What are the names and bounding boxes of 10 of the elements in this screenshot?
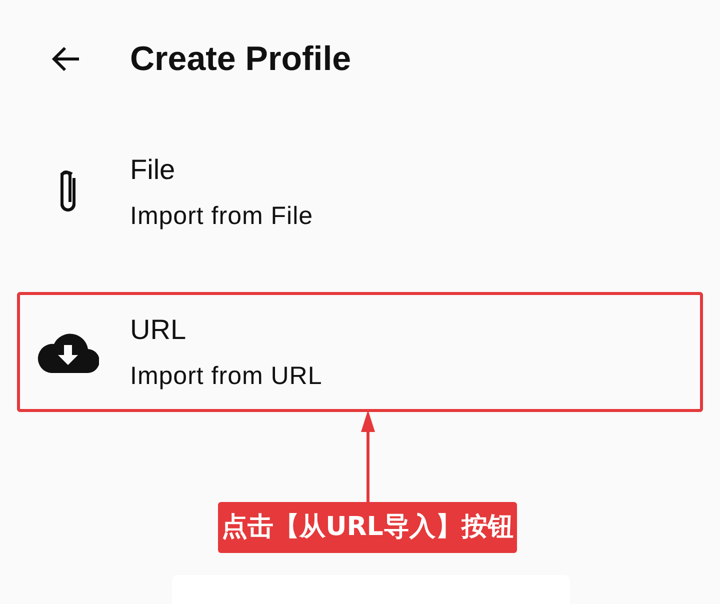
page-title: Create Profile <box>130 38 352 80</box>
item-title: File <box>130 153 176 187</box>
item-subtitle: Import from URL <box>130 361 322 391</box>
cloud-download-icon <box>37 331 99 373</box>
item-subtitle: Import from File <box>130 201 314 231</box>
list-item[interactable]: URL Import from URL <box>17 292 703 412</box>
back-arrow-icon <box>51 46 81 72</box>
list-item[interactable]: File Import from File <box>17 132 703 252</box>
item-title: URL <box>130 313 188 347</box>
annotation-label: 点击【从URL导入】按钮 <box>218 502 517 553</box>
